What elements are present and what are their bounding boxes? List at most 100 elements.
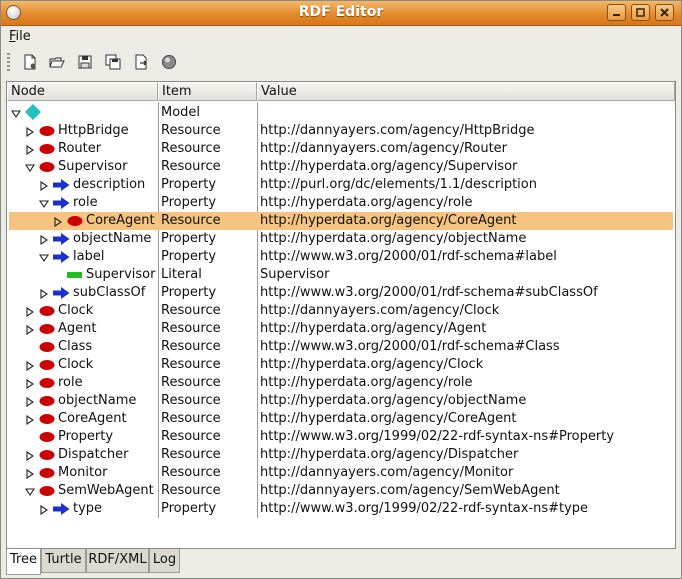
new-document-button[interactable] [19,52,41,72]
column-header-item[interactable]: Item [158,82,257,101]
tree-expander[interactable] [39,180,49,192]
tab-turtle[interactable]: Turtle [41,549,86,573]
table-row[interactable]: Monitor Resource http://dannyayers.com/age… [9,464,673,482]
close-button[interactable] [655,4,674,21]
resource-icon [39,432,55,442]
open-button[interactable] [46,52,68,72]
collapse-arrow-icon [24,164,36,172]
node-cell: Supervisor [9,158,156,176]
item-cell: Resource [161,447,221,462]
item-cell: Property [161,231,217,246]
maximize-button[interactable] [631,4,650,21]
item-cell: Resource [161,429,221,444]
tree-expander[interactable] [53,216,63,228]
tree-expander[interactable] [25,324,35,336]
table-row[interactable]: Dispatcher Resource http://hyperdata.org/a… [9,446,673,464]
property-arrow-icon [53,197,70,209]
table-row[interactable]: role Property http://hyperdata.org/agency/… [9,194,673,212]
value-cell: http://dannyayers.com/agency/Clock [260,303,500,318]
minimize-button[interactable] [607,4,626,21]
table-row[interactable]: HttpBridge Resource http://dannyayers.com/… [9,122,673,140]
tree-expander[interactable] [25,450,35,462]
node-label: CoreAgent [86,213,155,228]
table-row[interactable]: Supervisor Resource http://hyperdata.org/a… [9,158,673,176]
menu-bar: File [1,25,681,47]
value-cell: http://hyperdata.org/agency/role [260,375,473,390]
resource-node-icon [39,305,55,320]
table-row[interactable]: label Property http://www.w3.org/2000/01/r… [9,248,673,266]
node-cell: CoreAgent [9,410,156,428]
table-row[interactable]: Model [9,104,673,122]
maximize-icon [636,8,645,17]
tree-expander[interactable] [25,468,35,480]
column-header-node[interactable]: Node [7,82,158,101]
tree-expander[interactable] [38,252,50,262]
toolbar [1,47,681,77]
tree-expander[interactable] [10,108,22,118]
node-label: Class [58,339,93,354]
tree-expander[interactable] [24,162,36,172]
value-cell: http://hyperdata.org/agency/Agent [260,321,487,336]
tree-expander[interactable] [25,360,35,372]
item-cell: Resource [161,465,221,480]
column-header-value[interactable]: Value [257,82,675,101]
table-row[interactable]: description Property http://purl.org/dc/el… [9,176,673,194]
tree-expander[interactable] [25,306,35,318]
expand-arrow-icon [26,450,34,462]
table-row[interactable]: CoreAgent Resource http://hyperdata.org/ag… [9,410,673,428]
stop-icon [162,55,176,69]
table-row[interactable]: Property Resource http://www.w3.org/1999/0… [9,428,673,446]
new-document-icon [24,54,36,70]
save-button[interactable] [74,52,96,72]
collapse-arrow-icon [10,110,22,118]
table-row[interactable]: objectName Property http://hyperdata.org/a… [9,230,673,248]
table-row[interactable]: role Resource http://hyperdata.org/agency/… [9,374,673,392]
tree-expander[interactable] [25,126,35,138]
menu-file[interactable]: File [9,29,31,44]
tab-tree[interactable]: Tree [6,549,41,575]
node-cell: Property [9,428,156,446]
export-button[interactable] [130,52,152,72]
table-row[interactable]: Clock Resource http://dannyayers.com/agenc… [9,302,673,320]
stop-button[interactable] [158,52,180,72]
value-cell: Supervisor [260,267,330,282]
tree-expander[interactable] [25,144,35,156]
tree-expander[interactable] [39,288,49,300]
node-cell: subClassOf [9,284,156,302]
resource-icon [39,414,55,424]
table-row[interactable]: objectName Resource http://hyperdata.org/a… [9,392,673,410]
close-icon [660,8,669,17]
table-row[interactable]: SemWebAgent Resource http://dannyayers.com… [9,482,673,500]
tab-log[interactable]: Log [149,549,180,573]
node-cell: Supervisor [9,266,156,284]
tree-expander[interactable] [25,396,35,408]
value-cell: http://dannyayers.com/agency/SemWebAgent [260,483,560,498]
tree-expander[interactable] [38,198,50,208]
table-row[interactable]: Agent Resource http://hyperdata.org/agency… [9,320,673,338]
item-cell: Model [161,105,201,120]
value-cell: http://hyperdata.org/agency/role [260,195,473,210]
node-label: label [73,249,105,264]
tab-rdf-xml[interactable]: RDF/XML [86,549,149,573]
tree-expander[interactable] [25,414,35,426]
property-node-icon [53,197,70,212]
table-row[interactable]: Supervisor Literal Supervisor [9,266,673,284]
property-node-icon [53,251,70,266]
tree-expander[interactable] [39,504,49,516]
table-row[interactable]: Router Resource http://dannyayers.com/agen… [9,140,673,158]
table-row[interactable]: subClassOf Property http://www.w3.org/2000… [9,284,673,302]
title-bar[interactable]: RDF Editor [1,1,681,26]
table-row[interactable]: Class Resource http://www.w3.org/2000/01/r… [9,338,673,356]
tree-expander[interactable] [39,234,49,246]
table-row[interactable]: Clock Resource http://hyperdata.org/agency… [9,356,673,374]
table-row-selected[interactable]: CoreAgent Resource http://hyperdata.org/ag… [9,212,673,230]
toolbar-grip[interactable] [7,53,10,71]
save-all-button[interactable] [102,52,124,72]
node-label: SemWebAgent [58,483,154,498]
item-cell: Property [161,285,217,300]
tree-expander[interactable] [25,378,35,390]
tree-expander[interactable] [24,486,36,496]
table-row[interactable]: type Property http://www.w3.org/1999/02/22… [9,500,673,518]
resource-node-icon [39,467,55,482]
node-cell: description [9,176,156,194]
